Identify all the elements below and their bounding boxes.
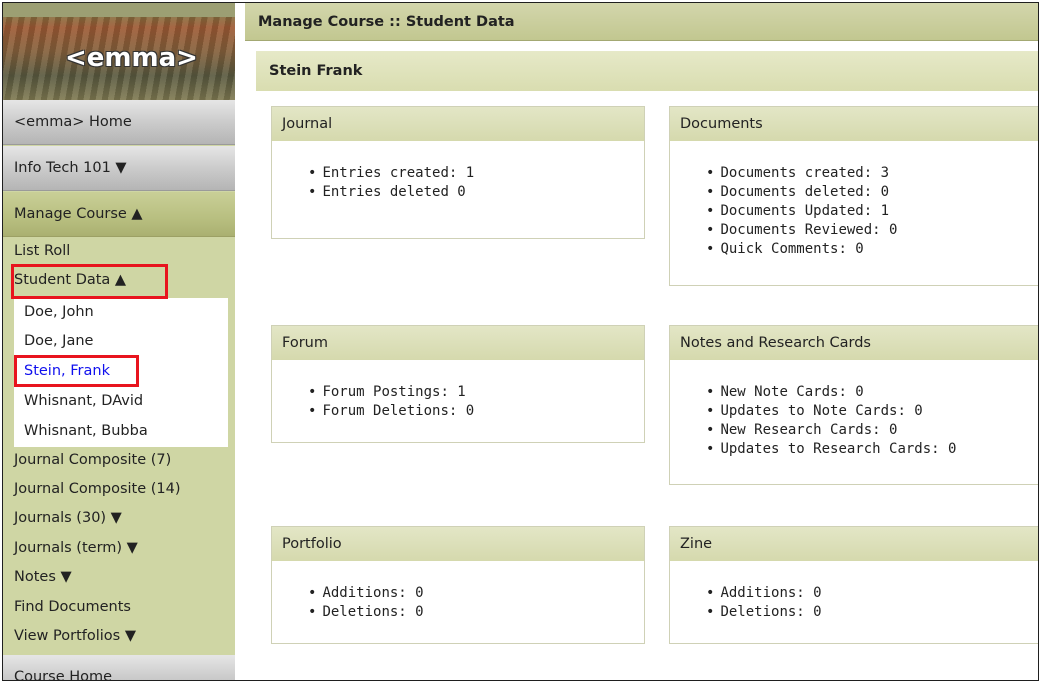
- sidebar-item-journals-30[interactable]: Journals (30) ▼: [14, 508, 122, 528]
- stat-item: Documents deleted: 0: [706, 183, 897, 202]
- stat-item: Additions: 0: [706, 584, 821, 603]
- highlight-box-stein-frank: [14, 355, 139, 387]
- journal-panel: Journal Entries created: 1 Entries delet…: [271, 106, 645, 239]
- panel-title: Notes and Research Cards: [670, 326, 1038, 360]
- app-window: <emma> <emma> Home Info Tech 101 ▼ Manag…: [2, 2, 1039, 681]
- sidebar-item-journals-term[interactable]: Journals (term) ▼: [14, 538, 138, 558]
- stat-list: Forum Postings: 1 Forum Deletions: 0: [308, 383, 474, 421]
- stat-item: Documents Reviewed: 0: [706, 221, 897, 240]
- sidebar-item-view-portfolios[interactable]: View Portfolios ▼: [14, 626, 136, 646]
- documents-panel: Documents Documents created: 3 Documents…: [669, 106, 1038, 286]
- stat-list: Additions: 0 Deletions: 0: [308, 584, 423, 622]
- panel-title: Journal: [272, 107, 644, 141]
- student-item-doe-jane[interactable]: Doe, Jane: [24, 331, 93, 351]
- stat-list: Additions: 0 Deletions: 0: [706, 584, 821, 622]
- sidebar-item-home[interactable]: <emma> Home: [3, 100, 235, 145]
- stat-list: New Note Cards: 0 Updates to Note Cards:…: [706, 383, 956, 459]
- notes-research-cards-panel: Notes and Research Cards New Note Cards:…: [669, 325, 1038, 485]
- stat-item: Forum Deletions: 0: [308, 402, 474, 421]
- stat-item: Deletions: 0: [308, 603, 423, 622]
- forum-panel: Forum Forum Postings: 1 Forum Deletions:…: [271, 325, 645, 443]
- panel-title: Documents: [670, 107, 1038, 141]
- sidebar-item-list-roll[interactable]: List Roll: [14, 241, 70, 261]
- sidebar-item-journal-composite-7[interactable]: Journal Composite (7): [14, 450, 171, 470]
- sidebar-item-manage-course[interactable]: Manage Course ▲: [3, 192, 235, 237]
- panel-title: Forum: [272, 326, 644, 360]
- stat-item: Documents created: 3: [706, 164, 897, 183]
- stat-item: Additions: 0: [308, 584, 423, 603]
- panel-title: Portfolio: [272, 527, 644, 561]
- stat-item: New Note Cards: 0: [706, 383, 956, 402]
- student-item-whisnant-bubba[interactable]: Whisnant, Bubba: [24, 421, 148, 441]
- stat-item: Updates to Note Cards: 0: [706, 402, 956, 421]
- panel-title: Zine: [670, 527, 1038, 561]
- logo-text: <emma>: [65, 43, 198, 73]
- page-title: Manage Course :: Student Data: [245, 3, 1038, 41]
- student-item-whisnant-david[interactable]: Whisnant, DAvid: [24, 391, 143, 411]
- student-name-header: Stein Frank: [256, 51, 1038, 91]
- sidebar-item-course-home[interactable]: Course Home: [3, 655, 235, 680]
- stat-item: Deletions: 0: [706, 603, 821, 622]
- zine-panel: Zine Additions: 0 Deletions: 0: [669, 526, 1038, 644]
- stat-item: Entries created: 1: [308, 164, 474, 183]
- stat-item: Forum Postings: 1: [308, 383, 474, 402]
- sidebar-item-find-documents[interactable]: Find Documents: [14, 597, 131, 617]
- stat-item: Quick Comments: 0: [706, 240, 897, 259]
- sidebar-item-journal-composite-14[interactable]: Journal Composite (14): [14, 479, 181, 499]
- stat-item: Updates to Research Cards: 0: [706, 440, 956, 459]
- main-content: Manage Course :: Student Data Stein Fran…: [245, 3, 1038, 680]
- portfolio-panel: Portfolio Additions: 0 Deletions: 0: [271, 526, 645, 644]
- stat-list: Documents created: 3 Documents deleted: …: [706, 164, 897, 259]
- stat-list: Entries created: 1 Entries deleted 0: [308, 164, 474, 202]
- stat-item: New Research Cards: 0: [706, 421, 956, 440]
- student-item-doe-john[interactable]: Doe, John: [24, 302, 94, 322]
- sidebar: <emma> <emma> Home Info Tech 101 ▼ Manag…: [3, 3, 235, 680]
- sidebar-item-course[interactable]: Info Tech 101 ▼: [3, 146, 235, 191]
- emma-logo[interactable]: <emma>: [3, 3, 235, 100]
- sidebar-item-notes[interactable]: Notes ▼: [14, 567, 72, 587]
- highlight-box-student-data: [11, 264, 168, 299]
- logo-top-bar: [3, 3, 235, 17]
- stat-item: Documents Updated: 1: [706, 202, 897, 221]
- stat-item: Entries deleted 0: [308, 183, 474, 202]
